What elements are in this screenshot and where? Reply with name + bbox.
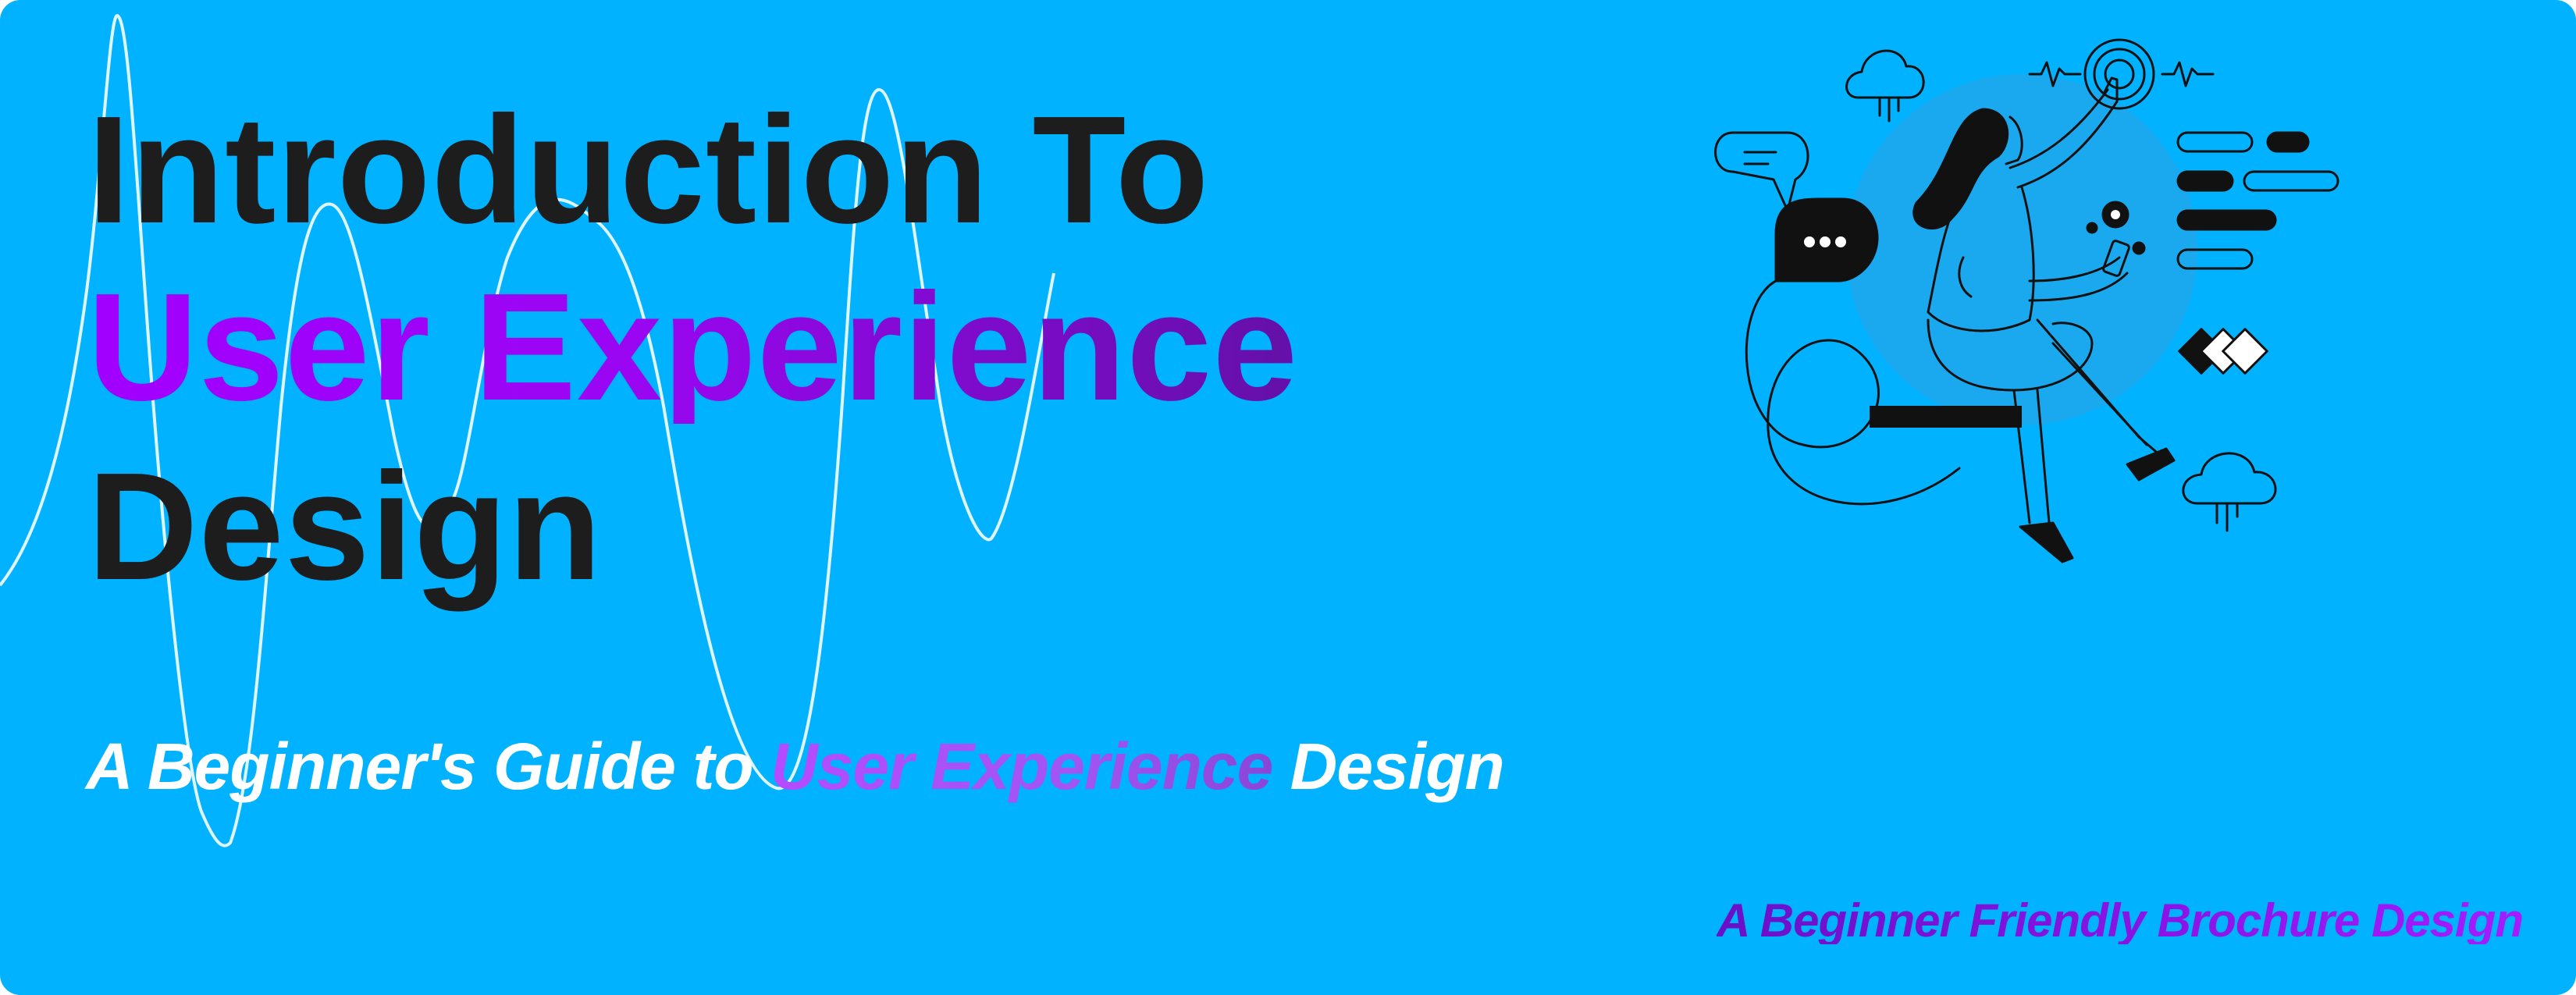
subtitle-accent: User Experience — [770, 730, 1273, 803]
subtitle-prefix: A Beginner's Guide to — [86, 730, 770, 803]
cloud-icon — [1845, 49, 1925, 123]
dot-large-inner — [2111, 210, 2120, 219]
ui-bars-icon — [2176, 131, 2339, 270]
dot-small — [2086, 222, 2098, 234]
subtitle: A Beginner's Guide to User Experience De… — [86, 734, 1505, 799]
chat-bubble-filled-icon — [1774, 197, 1879, 283]
chat-bubble-outline-icon — [1714, 131, 1809, 212]
footer-note: A Beginner Friendly Brochure Design — [1717, 894, 2524, 947]
dot-small-2 — [2132, 241, 2146, 255]
cloud-rain-icon — [2182, 452, 2277, 532]
ux-illustration — [1714, 38, 2339, 563]
diamond-shapes-icon — [2178, 328, 2268, 375]
banner: Introduction To User Experience Design A… — [0, 0, 2576, 995]
subtitle-suffix: Design — [1272, 730, 1505, 803]
seat-bar — [1870, 406, 2022, 428]
title-line-intro: Introduction To — [87, 84, 1210, 255]
title-line-user-experience: User Experience — [87, 261, 1299, 432]
title-line-design: Design — [87, 441, 603, 612]
